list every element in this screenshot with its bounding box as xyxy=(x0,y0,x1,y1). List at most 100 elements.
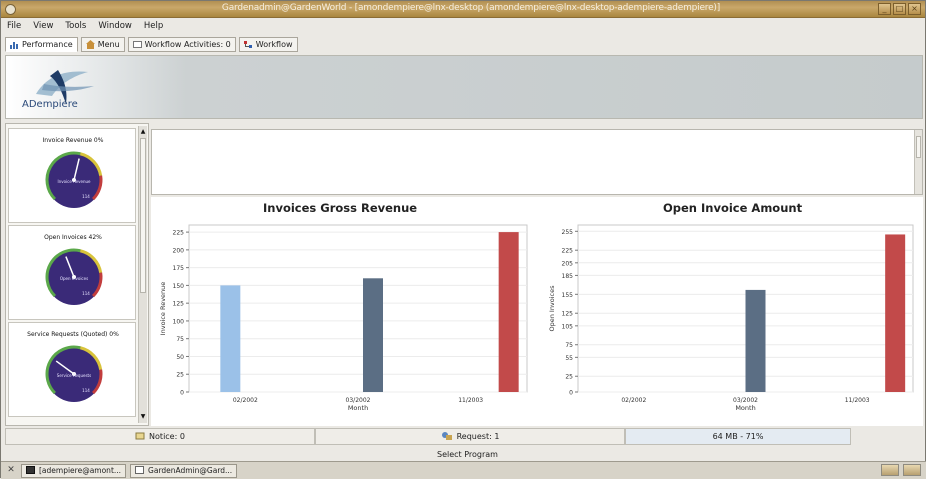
y-tick-label: 205 xyxy=(562,260,574,267)
gauge-value: 114 xyxy=(82,194,90,199)
scroll-thumb[interactable] xyxy=(916,136,921,158)
status-bar: Notice: 0 Request: 1 64 MB - 71% xyxy=(5,428,923,450)
tray-applet[interactable] xyxy=(881,464,899,476)
menu-file[interactable]: File xyxy=(7,21,21,31)
tab-workflow[interactable]: Workflow xyxy=(238,36,298,52)
gauge-value: 114 xyxy=(82,388,90,393)
taskbar-adempiere-label: GardenAdmin@Gard... xyxy=(148,466,233,475)
gauges-scrollbar[interactable]: ▲ ▼ xyxy=(138,126,147,423)
taskbar-adempiere[interactable]: GardenAdmin@Gard... xyxy=(130,463,238,478)
logo-text: ADempiere xyxy=(22,99,78,110)
memory-status[interactable]: 64 MB - 71% xyxy=(625,428,851,445)
menu-window[interactable]: Window xyxy=(98,21,132,31)
chart-title-open-invoice: Open Invoice Amount xyxy=(663,201,803,215)
terminal-icon xyxy=(26,465,35,476)
taskbar-terminal-label: [adempiere@amont... xyxy=(39,466,122,475)
tray-applet[interactable] xyxy=(903,464,921,476)
window-title: Gardenadmin@GardenWorld - [amondempiere@… xyxy=(221,3,721,13)
notice-status[interactable]: Notice: 0 xyxy=(5,428,315,445)
x-axis-label: Month xyxy=(735,404,755,412)
chart-icon xyxy=(10,40,19,49)
gauge-invoice-revenue[interactable]: Invoice Revenue 0% Invoice Revenue 114 xyxy=(8,128,136,223)
bar[interactable] xyxy=(745,289,766,392)
tab-menu[interactable]: Menu xyxy=(80,36,125,52)
minimize-button[interactable]: _ xyxy=(878,3,891,15)
gauge-title: Invoice Revenue 0% xyxy=(42,137,104,144)
tab-performance[interactable]: Performance xyxy=(5,36,78,52)
x-tick-label: 02/2002 xyxy=(621,397,646,404)
tab-workflow-label: Workflow xyxy=(255,39,293,49)
y-tick-label: 105 xyxy=(562,323,574,330)
os-taskbar: ✕ [adempiere@amont... GardenAdmin@Gard..… xyxy=(1,461,926,479)
notice-icon xyxy=(135,431,145,443)
y-tick-label: 175 xyxy=(173,265,185,272)
gauge-open-invoices[interactable]: Open Invoices 42% Open Invoices 114 xyxy=(8,225,136,320)
menu-tools[interactable]: Tools xyxy=(65,21,86,31)
gauge-label: Service Requests xyxy=(57,373,91,378)
menu-bar: File View Tools Window Help xyxy=(1,18,925,34)
tab-performance-label: Performance xyxy=(22,39,73,49)
y-tick-label: 55 xyxy=(565,355,573,362)
x-tick-label: 02/2002 xyxy=(233,397,258,404)
bar[interactable] xyxy=(363,278,383,392)
request-status[interactable]: Request: 1 xyxy=(315,428,625,445)
header-banner: ADempiere xyxy=(5,55,923,119)
y-tick-label: 125 xyxy=(173,301,185,308)
x-tick-label: 03/2002 xyxy=(733,397,758,404)
taskbar-terminal[interactable]: [adempiere@amont... xyxy=(21,463,127,478)
y-tick-label: 185 xyxy=(562,273,574,280)
y-tick-label: 150 xyxy=(173,283,185,290)
app-menu-icon[interactable] xyxy=(5,4,16,15)
scroll-up-arrow-icon[interactable]: ▲ xyxy=(140,128,146,136)
y-tick-label: 50 xyxy=(176,354,184,361)
home-icon xyxy=(85,39,95,49)
bar[interactable] xyxy=(498,232,519,392)
gauge-dial: Open Invoices 114 xyxy=(45,248,103,305)
y-tick-label: 25 xyxy=(176,372,184,379)
chart-invoices-gross-revenue: 0 25 50 75 100 125 150 175 200 225 02/2002 03/2002 1… xyxy=(159,224,528,412)
y-tick-label: 125 xyxy=(562,311,574,318)
memory-label: 64 MB - 71% xyxy=(712,432,764,441)
tab-menu-label: Menu xyxy=(97,39,120,49)
x-tick-label: 03/2002 xyxy=(346,397,371,404)
menu-help[interactable]: Help xyxy=(144,21,163,31)
workflow-icon xyxy=(243,40,253,49)
y-tick-label: 200 xyxy=(173,247,185,254)
gauge-service-requests[interactable]: Service Requests (Quoted) 0% Service Req… xyxy=(8,322,136,417)
tab-bar: Performance Menu Workflow Activities: 0 … xyxy=(5,35,298,53)
system-tray xyxy=(881,464,921,477)
select-program-label: Select Program xyxy=(437,450,498,459)
window-icon xyxy=(135,465,145,476)
y-tick-label: 75 xyxy=(176,336,184,343)
x-tick-label: 11/2003 xyxy=(845,397,870,404)
y-tick-label: 0 xyxy=(180,390,184,397)
activity-pane xyxy=(151,129,923,195)
activity-scrollbar[interactable] xyxy=(914,130,922,194)
tab-workflow-activities-label: Workflow Activities: 0 xyxy=(144,39,231,49)
y-tick-label: 225 xyxy=(562,248,574,255)
y-tick-label: 75 xyxy=(565,342,573,349)
title-bar[interactable]: Gardenadmin@GardenWorld - [amondempiere@… xyxy=(1,1,925,18)
scroll-down-arrow-icon[interactable]: ▼ xyxy=(140,413,146,421)
gauge-title: Service Requests (Quoted) 0% xyxy=(27,331,119,338)
y-tick-label: 100 xyxy=(173,318,185,325)
close-button[interactable]: × xyxy=(908,3,921,15)
menu-view[interactable]: View xyxy=(33,21,53,31)
gauge-label: Invoice Revenue xyxy=(58,179,92,184)
y-tick-label: 225 xyxy=(173,230,185,237)
tab-workflow-activities[interactable]: Workflow Activities: 0 xyxy=(127,36,236,52)
chart-title-revenue: Invoices Gross Revenue xyxy=(263,201,418,215)
y-tick-label: 155 xyxy=(562,292,574,299)
maximize-button[interactable]: □ xyxy=(893,3,906,15)
request-icon xyxy=(441,431,453,443)
y-tick-label: 25 xyxy=(565,374,573,381)
chart-open-invoice-amount: 0 25 55 75 105 125 155 185 205 225 255 02/2002 03/20… xyxy=(548,224,914,412)
scroll-thumb[interactable] xyxy=(140,138,146,293)
request-label: Request: 1 xyxy=(456,432,500,441)
gauge-title: Open Invoices 42% xyxy=(44,234,102,241)
y-axis-label: Open Invoices xyxy=(548,285,556,332)
bar[interactable] xyxy=(885,234,906,392)
y-axis-label: Invoice Revenue xyxy=(159,282,167,336)
bar[interactable] xyxy=(220,285,241,392)
close-icon[interactable]: ✕ xyxy=(5,465,17,477)
